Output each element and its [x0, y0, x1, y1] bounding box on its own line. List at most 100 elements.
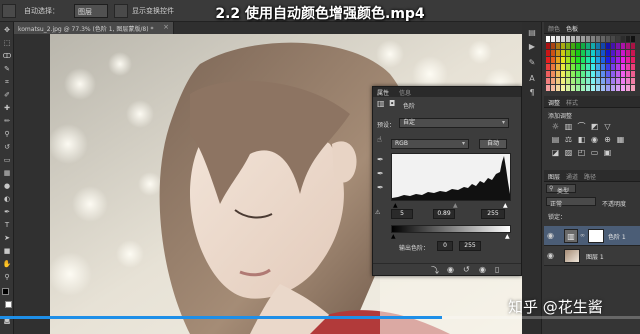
- swatch[interactable]: [626, 43, 630, 49]
- swatch[interactable]: [626, 57, 630, 63]
- swatch[interactable]: [556, 85, 560, 91]
- swatch[interactable]: [596, 85, 600, 91]
- swatch[interactable]: [586, 43, 590, 49]
- swatch[interactable]: [601, 64, 605, 70]
- swatch[interactable]: [591, 78, 595, 84]
- swatch[interactable]: [611, 57, 615, 63]
- posterize-icon[interactable]: ▨: [563, 148, 574, 158]
- clip-to-layer-icon[interactable]: ⤵: [431, 265, 439, 276]
- brush-tool-icon[interactable]: ✏: [2, 117, 12, 126]
- swatch[interactable]: [596, 71, 600, 77]
- tab-properties[interactable]: 属性: [377, 88, 389, 97]
- swatch[interactable]: [601, 71, 605, 77]
- move-tool-icon[interactable]: ✥: [2, 26, 12, 35]
- swatch[interactable]: [631, 85, 635, 91]
- clipping-warning-icon[interactable]: ⚠: [375, 209, 380, 216]
- swatch[interactable]: [611, 78, 615, 84]
- swatch[interactable]: [551, 64, 555, 70]
- swatch[interactable]: [566, 43, 570, 49]
- swatch[interactable]: [571, 85, 575, 91]
- swatch[interactable]: [551, 71, 555, 77]
- brush-panel-icon[interactable]: ✎: [526, 58, 538, 68]
- swatch[interactable]: [556, 57, 560, 63]
- swatch[interactable]: [561, 71, 565, 77]
- document-tab[interactable]: komatsu_2.jpg @ 77.3% (色阶 1, 图层蒙版/8) * ×: [14, 22, 174, 34]
- swatch[interactable]: [551, 50, 555, 56]
- brightness-icon[interactable]: ☼: [550, 122, 561, 132]
- swatch[interactable]: [576, 57, 580, 63]
- color-lookup-icon[interactable]: ▦: [615, 135, 626, 145]
- layer-row-levels[interactable]: ◉ ▥ ∞ 色阶 1: [544, 226, 640, 246]
- swatch[interactable]: [551, 57, 555, 63]
- photo-filter-icon[interactable]: ◉: [589, 135, 600, 145]
- swatch[interactable]: [581, 36, 585, 42]
- type-tool-icon[interactable]: T: [2, 221, 12, 230]
- swatch[interactable]: [546, 85, 550, 91]
- shape-tool-icon[interactable]: ■: [2, 247, 12, 256]
- swatch[interactable]: [571, 43, 575, 49]
- swatch[interactable]: [601, 36, 605, 42]
- swatch[interactable]: [581, 64, 585, 70]
- swatch[interactable]: [611, 64, 615, 70]
- tab-adjustments[interactable]: 调整: [548, 98, 560, 107]
- swatch[interactable]: [571, 50, 575, 56]
- swatch[interactable]: [586, 36, 590, 42]
- swatch[interactable]: [591, 85, 595, 91]
- swatch[interactable]: [571, 57, 575, 63]
- swatch[interactable]: [581, 78, 585, 84]
- swatch[interactable]: [571, 64, 575, 70]
- swatch[interactable]: [611, 71, 615, 77]
- vibrance-icon[interactable]: ▽: [602, 122, 613, 132]
- threshold-icon[interactable]: ◰: [576, 148, 587, 158]
- swatch[interactable]: [621, 43, 625, 49]
- swatch[interactable]: [606, 78, 610, 84]
- swatch[interactable]: [626, 50, 630, 56]
- swatch[interactable]: [626, 64, 630, 70]
- visibility-eye-icon[interactable]: ◉: [479, 265, 486, 274]
- background-color-icon[interactable]: [2, 301, 12, 310]
- auto-button[interactable]: 自动: [479, 139, 507, 149]
- black-white-icon[interactable]: ◧: [576, 135, 587, 145]
- dodge-tool-icon[interactable]: ◐: [2, 195, 12, 204]
- swatch[interactable]: [566, 36, 570, 42]
- swatch[interactable]: [591, 71, 595, 77]
- character-panel-icon[interactable]: A: [526, 74, 538, 84]
- gradient-tool-icon[interactable]: ▦: [2, 169, 12, 178]
- swatch[interactable]: [606, 50, 610, 56]
- input-gamma-field[interactable]: 0.89: [433, 209, 455, 219]
- swatch[interactable]: [551, 85, 555, 91]
- swatch[interactable]: [576, 50, 580, 56]
- gray-point-eyedropper-icon[interactable]: ✒: [377, 169, 384, 178]
- swatch[interactable]: [546, 36, 550, 42]
- target-adjust-hand-icon[interactable]: ☝: [377, 135, 382, 144]
- swatch[interactable]: [546, 57, 550, 63]
- swatch[interactable]: [546, 43, 550, 49]
- swatch[interactable]: [621, 36, 625, 42]
- swatch[interactable]: [631, 71, 635, 77]
- swatch[interactable]: [631, 50, 635, 56]
- swatch[interactable]: [626, 78, 630, 84]
- swatch[interactable]: [631, 36, 635, 42]
- path-select-tool-icon[interactable]: ➤: [2, 234, 12, 243]
- swatch[interactable]: [621, 71, 625, 77]
- swatch[interactable]: [601, 57, 605, 63]
- swatch[interactable]: [601, 78, 605, 84]
- swatch[interactable]: [551, 43, 555, 49]
- swatch[interactable]: [576, 36, 580, 42]
- paragraph-panel-icon[interactable]: ¶: [526, 88, 538, 98]
- eye-icon[interactable]: ◉: [547, 251, 554, 260]
- swatch[interactable]: [606, 85, 610, 91]
- eye-icon[interactable]: ◉: [547, 231, 554, 240]
- swatch[interactable]: [581, 50, 585, 56]
- swatch[interactable]: [556, 71, 560, 77]
- swatch[interactable]: [556, 78, 560, 84]
- swatch[interactable]: [586, 64, 590, 70]
- swatch[interactable]: [626, 71, 630, 77]
- swatch[interactable]: [601, 50, 605, 56]
- tab-color[interactable]: 颜色: [548, 24, 560, 33]
- pen-tool-icon[interactable]: ✒: [2, 208, 12, 217]
- swatch[interactable]: [586, 57, 590, 63]
- layer-row-image[interactable]: ◉ 图层 1: [544, 246, 640, 266]
- swatch[interactable]: [586, 85, 590, 91]
- quick-select-tool-icon[interactable]: ✎: [2, 65, 12, 74]
